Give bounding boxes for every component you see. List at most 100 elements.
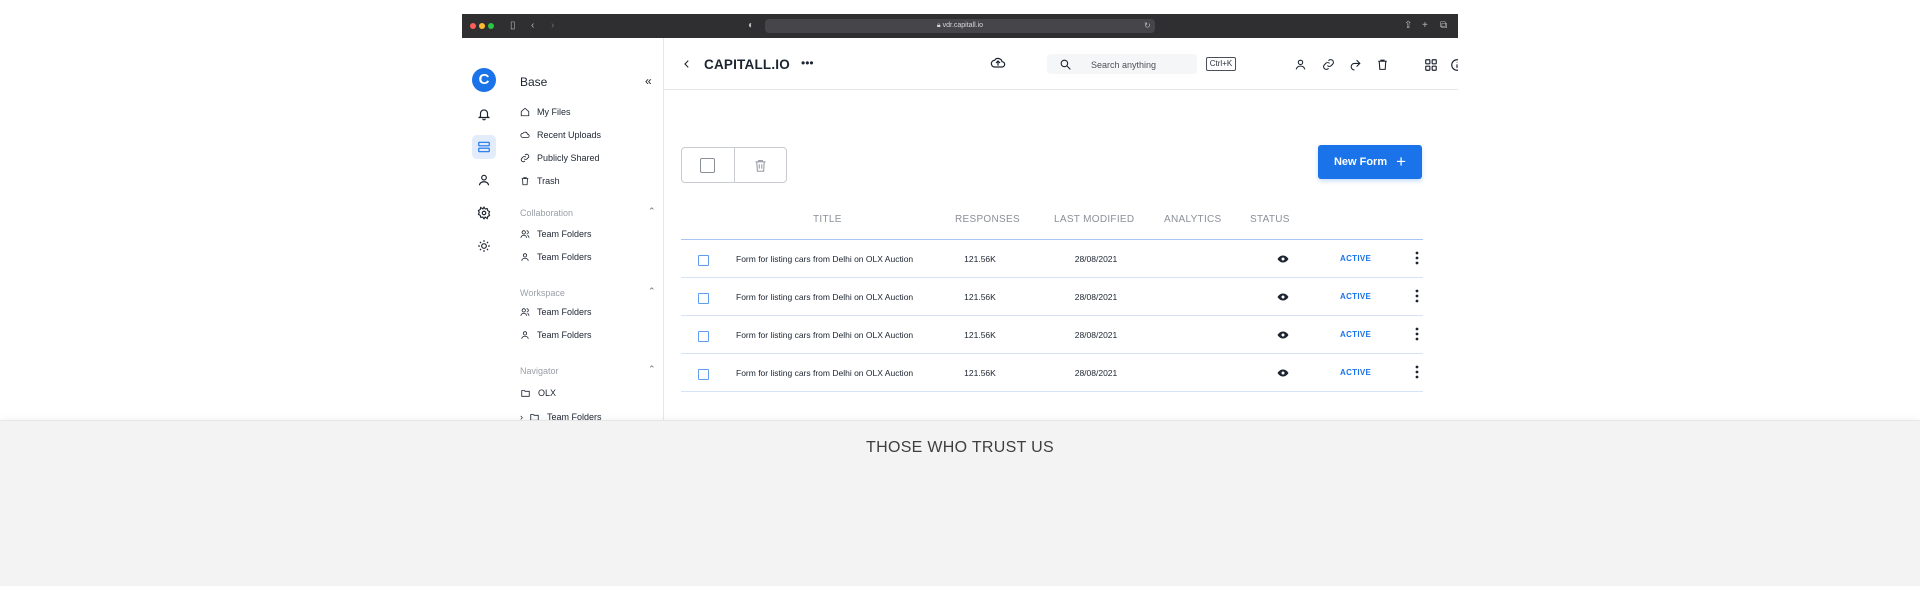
bulk-actions	[681, 147, 787, 183]
privacy-shield-icon[interactable]: ◐	[748, 20, 754, 32]
table-row[interactable]: Form for listing cars from Delhi on OLX …	[681, 278, 1423, 316]
form-title[interactable]: Form for listing cars from Delhi on OLX …	[736, 330, 913, 340]
chevron-up-icon[interactable]: ⌃	[648, 364, 656, 375]
eye-icon[interactable]	[1277, 291, 1289, 303]
section-heading: THOSE WHO TRUST US	[866, 439, 1054, 456]
section-collaboration: Collaboration	[520, 208, 574, 218]
plus-icon: +	[1396, 152, 1407, 171]
sun-icon	[478, 240, 490, 252]
testimonials-section: THOSE WHO TRUST US	[0, 420, 1920, 586]
top-bar: CAPITALL.IO ••• Search anything Ctrl+K	[664, 38, 1458, 90]
sidebar-item-publicly-shared[interactable]: Publicly Shared	[520, 151, 600, 165]
folder-icon	[521, 390, 530, 397]
main-content: CAPITALL.IO ••• Search anything Ctrl+K N…	[664, 38, 1458, 420]
storage-button[interactable]	[472, 135, 496, 159]
new-tab-icon[interactable]: +	[1422, 20, 1428, 32]
sidebar-item-my-files[interactable]: My Files	[520, 105, 571, 119]
close-window-button[interactable]	[470, 23, 476, 29]
row-menu-icon[interactable]	[1415, 365, 1419, 379]
new-form-label: New Form	[1333, 156, 1388, 168]
bulk-delete-button[interactable]	[733, 148, 786, 182]
back-arrow-icon[interactable]	[682, 59, 692, 69]
responses-count: 121.56K	[964, 292, 996, 302]
sidebar-item-label: Team Folders	[537, 229, 592, 239]
icon-rail: C	[462, 38, 506, 420]
sidebar: Base « My Files Recent Uploads Publicly …	[506, 38, 664, 420]
table-row[interactable]: Form for listing cars from Delhi on OLX …	[681, 316, 1423, 354]
chevron-up-icon[interactable]: ⌃	[648, 206, 656, 217]
more-options-icon[interactable]: •••	[801, 56, 814, 70]
sidebar-item-recent-uploads[interactable]: Recent Uploads	[520, 128, 601, 142]
navigator-item-team-folders[interactable]: › Team Folders	[520, 410, 602, 420]
navigator-item-label: OLX	[538, 388, 557, 398]
column-header-responses[interactable]: RESPONSES	[955, 214, 1020, 225]
row-checkbox[interactable]	[698, 369, 709, 380]
eye-icon[interactable]	[1277, 367, 1289, 379]
trash-icon	[521, 177, 529, 186]
cloud-upload-icon	[520, 131, 530, 138]
chevron-up-icon[interactable]: ⌃	[648, 286, 656, 297]
url-text: vdr.capitall.io	[942, 22, 984, 29]
sidebar-toggle-icon[interactable]: ▯	[510, 20, 516, 32]
browser-forward-icon[interactable]: ›	[551, 20, 554, 32]
sidebar-item-team-folders[interactable]: Team Folders	[520, 250, 592, 264]
settings-button[interactable]	[472, 201, 496, 225]
chevron-right-icon[interactable]: ›	[520, 412, 523, 420]
browser-back-icon[interactable]: ‹	[531, 20, 534, 32]
sidebar-item-label: Team Folders	[537, 330, 592, 340]
sidebar-item-team-folders[interactable]: Team Folders	[520, 328, 592, 342]
trash-icon	[755, 159, 766, 172]
eye-icon[interactable]	[1277, 253, 1289, 265]
grid-view-icon[interactable]	[1424, 58, 1438, 72]
user-icon[interactable]	[1294, 58, 1307, 71]
sidebar-item-label: Recent Uploads	[537, 130, 602, 140]
sidebar-item-team-folders[interactable]: Team Folders	[520, 305, 592, 319]
column-header-title[interactable]: TITLE	[813, 214, 842, 225]
form-title[interactable]: Form for listing cars from Delhi on OLX …	[736, 254, 913, 264]
profile-button[interactable]	[472, 168, 496, 192]
tab-overview-icon[interactable]: ⧉	[1440, 20, 1447, 32]
notifications-button[interactable]	[472, 102, 496, 126]
share-forward-icon[interactable]	[1349, 58, 1362, 71]
users-icon	[520, 230, 530, 238]
table-row[interactable]: Form for listing cars from Delhi on OLX …	[681, 240, 1423, 278]
eye-icon[interactable]	[1277, 329, 1289, 341]
folder-icon	[530, 414, 539, 420]
form-title[interactable]: Form for listing cars from Delhi on OLX …	[736, 368, 913, 378]
address-bar[interactable]: 🔒︎ vdr.capitall.io	[765, 19, 1155, 33]
status-badge: ACTIVE	[1340, 254, 1372, 263]
link-icon[interactable]	[1322, 58, 1335, 71]
info-icon[interactable]	[1450, 58, 1458, 72]
form-title[interactable]: Form for listing cars from Delhi on OLX …	[736, 292, 913, 302]
sidebar-item-trash[interactable]: Trash	[520, 174, 560, 188]
row-menu-icon[interactable]	[1415, 327, 1419, 341]
minimize-window-button[interactable]	[479, 23, 485, 29]
row-checkbox[interactable]	[698, 331, 709, 342]
new-form-button[interactable]: New Form +	[1318, 145, 1422, 179]
row-menu-icon[interactable]	[1415, 289, 1419, 303]
select-all-checkbox[interactable]	[682, 148, 734, 182]
column-header-analytics[interactable]: ANALYTICS	[1164, 214, 1222, 225]
user-icon	[521, 253, 529, 261]
page: ▯ ‹ › ◐ 🔒︎ vdr.capitall.io ↻ ⇪ + ⧉ C Bas…	[0, 0, 1920, 606]
sidebar-item-team-folders[interactable]: Team Folders	[520, 227, 592, 241]
column-header-status[interactable]: STATUS	[1250, 214, 1290, 225]
row-checkbox[interactable]	[698, 293, 709, 304]
app-logo[interactable]: C	[472, 68, 496, 92]
maximize-window-button[interactable]	[488, 23, 494, 29]
cloud-upload-icon[interactable]	[990, 55, 1006, 71]
last-modified: 28/08/2021	[1074, 330, 1118, 340]
navigator-item-olx[interactable]: OLX	[520, 386, 556, 400]
theme-button[interactable]	[472, 234, 496, 258]
table-row[interactable]: Form for listing cars from Delhi on OLX …	[681, 354, 1423, 392]
bell-icon	[477, 109, 491, 121]
collapse-sidebar-icon[interactable]: «	[645, 74, 652, 88]
browser-toolbar: ▯ ‹ › ◐ 🔒︎ vdr.capitall.io ↻ ⇪ + ⧉	[462, 14, 1458, 38]
trash-icon[interactable]	[1376, 58, 1389, 71]
row-menu-icon[interactable]	[1415, 251, 1419, 265]
reload-icon[interactable]: ↻	[1144, 20, 1151, 32]
column-header-last-modified[interactable]: LAST MODIFIED	[1054, 214, 1134, 225]
share-icon[interactable]: ⇪	[1404, 20, 1412, 32]
row-checkbox[interactable]	[698, 255, 709, 266]
sidebar-title: Base	[520, 75, 548, 89]
